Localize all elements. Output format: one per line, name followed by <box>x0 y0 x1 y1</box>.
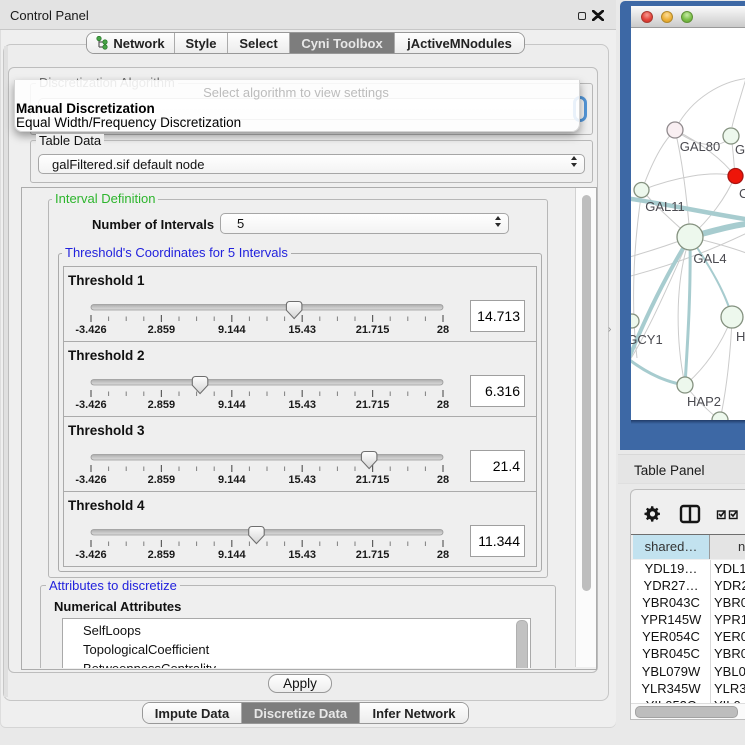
svg-text:9.144: 9.144 <box>218 474 246 486</box>
svg-text:GAL80: GAL80 <box>680 139 720 154</box>
svg-text:HI: HI <box>736 329 745 344</box>
svg-text:9.144: 9.144 <box>218 549 246 561</box>
svg-text:-3.426: -3.426 <box>75 474 106 486</box>
svg-text:15.43: 15.43 <box>288 324 316 336</box>
svg-text:CD: CD <box>739 186 745 201</box>
svg-text:28: 28 <box>437 324 449 336</box>
svg-text:9.144: 9.144 <box>218 399 246 411</box>
svg-text:HAP2: HAP2 <box>687 394 721 409</box>
svg-text:-3.426: -3.426 <box>75 549 106 561</box>
svg-text:2.859: 2.859 <box>148 474 176 486</box>
svg-text:GAL11: GAL11 <box>645 199 685 214</box>
svg-text:2.859: 2.859 <box>148 549 176 561</box>
svg-text:GAL4: GAL4 <box>693 251 726 266</box>
svg-text:15.43: 15.43 <box>288 474 316 486</box>
svg-text:21.715: 21.715 <box>356 549 390 561</box>
svg-text:28: 28 <box>437 474 449 486</box>
svg-text:15.43: 15.43 <box>288 549 316 561</box>
svg-text:9.144: 9.144 <box>218 324 246 336</box>
svg-text:-3.426: -3.426 <box>75 324 106 336</box>
svg-text:15.43: 15.43 <box>288 399 316 411</box>
svg-text:2.859: 2.859 <box>148 324 176 336</box>
svg-text:-3.426: -3.426 <box>75 399 106 411</box>
svg-text:2.859: 2.859 <box>148 399 176 411</box>
svg-text:21.715: 21.715 <box>356 474 390 486</box>
svg-text:21.715: 21.715 <box>356 399 390 411</box>
svg-text:28: 28 <box>437 549 449 561</box>
svg-text:GA: GA <box>735 142 745 157</box>
svg-text:21.715: 21.715 <box>356 324 390 336</box>
svg-text:GCY1: GCY1 <box>631 332 663 347</box>
svg-text:28: 28 <box>437 399 449 411</box>
